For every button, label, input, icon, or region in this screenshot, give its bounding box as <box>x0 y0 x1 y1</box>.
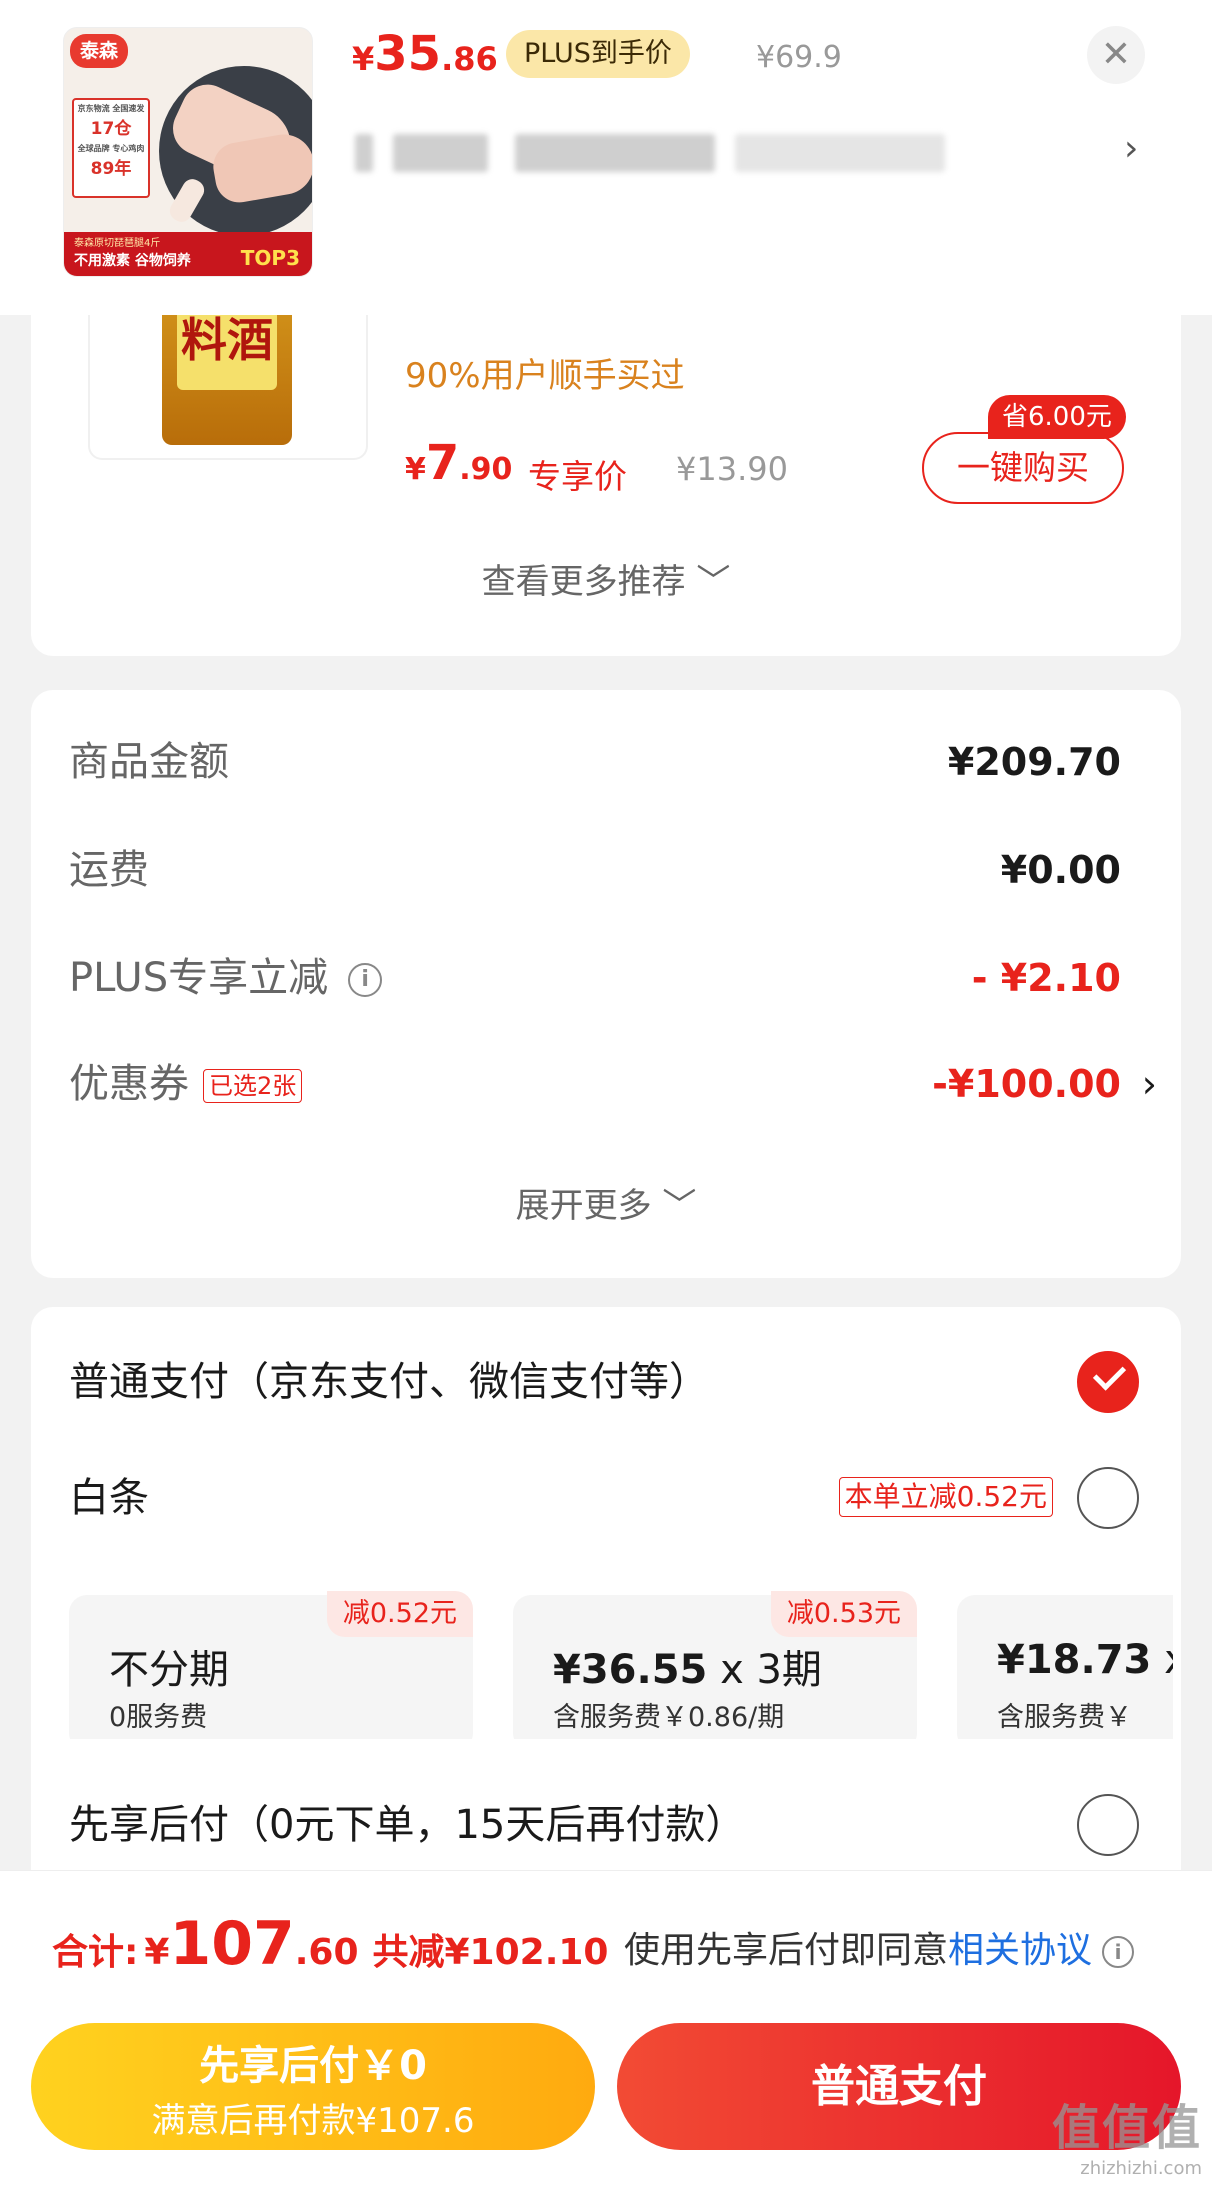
thumb-strip-text: 不用激素 谷物饲养 <box>74 253 191 269</box>
thumb-badge-number: 89年 <box>90 159 132 179</box>
blurred-product-title[interactable] <box>355 128 955 178</box>
action-button-bar: 先享后付￥0 满意后再付款¥107.6 普通支付 值值值 zhizhizhi.c… <box>0 2010 1212 2187</box>
summary-value: -¥100.00 <box>932 1062 1121 1106</box>
payment-method-card: 普通支付（京东支付、微信支付等） 白条 本单立减0.52元 减0.52元 不分期… <box>31 1307 1181 1927</box>
info-icon[interactable]: i <box>1102 1936 1135 1968</box>
price-integer: 35 <box>374 26 442 82</box>
bnpl-button-subtitle: 满意后再付款¥107.6 <box>151 2101 475 2141</box>
plus-price-tag: PLUS到手价 <box>506 30 690 78</box>
total-label: 合计: <box>52 1932 139 1973</box>
payment-option-label: 白条 <box>69 1475 149 1521</box>
close-icon[interactable]: ✕ <box>1087 26 1145 84</box>
expand-more[interactable]: 展开更多 ﹀ <box>31 1178 1181 1227</box>
see-more-recommendations[interactable]: 查看更多推荐 ﹀ <box>31 554 1181 603</box>
summary-value: - ¥2.10 <box>971 956 1121 1000</box>
price-decimal: .90 <box>459 452 513 487</box>
recommend-original-price: ¥13.90 <box>676 450 788 488</box>
price-decimal: .86 <box>441 40 498 78</box>
summary-label-wrap: PLUS专享立减 i <box>69 948 383 1008</box>
plan-discount-tag: 减0.53元 <box>770 1591 917 1637</box>
summary-label: 运费 <box>69 847 149 893</box>
payment-option-baitiao[interactable]: 白条 本单立减0.52元 <box>69 1463 1169 1533</box>
payment-option-label: 先享后付（0元下单，15天后再付款） <box>69 1802 746 1848</box>
plan-times: x <box>720 1647 744 1693</box>
one-click-buy-button[interactable]: 一键购买 <box>922 432 1124 504</box>
thumb-strip-rank: TOP3 <box>240 246 300 270</box>
chevron-right-icon[interactable]: › <box>1124 128 1138 169</box>
price-currency: ¥ <box>405 452 426 487</box>
plus-price: ¥35.86 <box>352 26 498 82</box>
summary-value: ¥0.00 <box>1000 848 1121 892</box>
product-thumbnail[interactable]: 泰森 京东物流 全国速发 17仓 全球品牌 专心鸡肉 89年 泰森原切琵琶腿4斤… <box>63 27 313 277</box>
installment-plans: 减0.52元 不分期 0服务费 减0.53元 ¥36.55 x 3期 含服务费￥… <box>69 1589 1173 1739</box>
total-decimal: .60 <box>294 1932 359 1973</box>
watermark-url: zhizhizhi.com <box>1080 2158 1202 2179</box>
summary-row-goods: 商品金额 ¥209.70 <box>69 732 1129 792</box>
summary-label: 优惠券 <box>69 1061 189 1107</box>
total-saved: 共减¥102.10 <box>372 1932 609 1973</box>
plan-term: 3期 <box>756 1647 822 1693</box>
watermark: 值值值 zhizhizhi.com <box>1052 2088 1202 2179</box>
price-integer: 7 <box>425 435 460 491</box>
plan-title: ¥18.73 x <box>997 1637 1173 1683</box>
coupon-count-tag: 已选2张 <box>203 1069 303 1103</box>
info-icon[interactable]: i <box>348 963 383 997</box>
exclusive-price-tag: 专享价 <box>528 457 627 496</box>
installment-plan[interactable]: 减0.52元 不分期 0服务费 <box>69 1591 473 1739</box>
order-total: 合计: ¥107.60 共减¥102.10 <box>52 1909 608 1979</box>
agreement-link[interactable]: 相关协议 <box>948 1930 1092 1971</box>
plan-times: x <box>1164 1637 1173 1683</box>
summary-row-coupon[interactable]: 优惠券 已选2张 -¥100.00 › <box>69 1054 1157 1114</box>
summary-label: PLUS专享立减 <box>69 955 329 1001</box>
summary-row-shipping: 运费 ¥0.00 <box>69 840 1129 900</box>
buy-now-pay-later-button[interactable]: 先享后付￥0 满意后再付款¥107.6 <box>31 2023 595 2150</box>
price-currency: ¥ <box>352 40 375 78</box>
thumb-badge-line: 全球品牌 专心鸡肉 <box>77 144 145 153</box>
summary-row-plus-discount: PLUS专享立减 i - ¥2.10 <box>69 948 1129 1008</box>
thumb-strip: 泰森原切琵琶腿4斤 不用激素 谷物饲养 TOP3 <box>64 232 312 276</box>
plan-amount: ¥18.73 <box>997 1637 1152 1683</box>
plan-amount: ¥36.55 <box>553 1647 708 1693</box>
original-price: ¥69.9 <box>756 40 842 75</box>
save-amount-bubble: 省6.00元 <box>988 395 1126 439</box>
baitiao-discount-tag: 本单立减0.52元 <box>838 1477 1053 1517</box>
chevron-right-icon[interactable]: › <box>1142 1054 1157 1114</box>
installment-plan[interactable]: ¥18.73 x 含服务费￥ <box>957 1595 1173 1739</box>
thumb-badge: 京东物流 全国速发 17仓 全球品牌 专心鸡肉 89年 <box>72 98 150 198</box>
product-header: 泰森 京东物流 全国速发 17仓 全球品牌 专心鸡肉 89年 泰森原切琵琶腿4斤… <box>0 0 1212 315</box>
plan-discount-tag: 减0.52元 <box>326 1591 473 1637</box>
plan-fee: 含服务费￥0.86/期 <box>553 1702 785 1733</box>
recommend-hint: 90%用户顺手买过 <box>405 356 685 396</box>
radio-unchecked-icon[interactable] <box>1077 1467 1139 1529</box>
plan-title: ¥36.55 x 3期 <box>553 1637 822 1695</box>
total-bar: 合计: ¥107.60 共减¥102.10 使用先享后付即同意相关协议 i <box>0 1870 1212 2010</box>
plan-fee: 0服务费 <box>109 1702 208 1733</box>
summary-label-wrap: 优惠券 已选2张 <box>69 1054 303 1114</box>
plan-title: 不分期 <box>109 1647 229 1693</box>
thumb-badge-line: 京东物流 全国速发 <box>77 104 145 113</box>
payment-option-normal[interactable]: 普通支付（京东支付、微信支付等） <box>69 1347 1169 1417</box>
brand-logo: 泰森 <box>70 34 128 68</box>
plan-fee: 含服务费￥ <box>997 1702 1132 1733</box>
thumb-badge-number: 17仓 <box>90 119 132 139</box>
watermark-logo: 值值值 <box>1051 2100 1202 2156</box>
total-currency: ¥ <box>144 1932 170 1973</box>
agreement-text: 使用先享后付即同意 <box>624 1930 949 1971</box>
recommend-price: ¥7.90 <box>405 435 512 491</box>
payment-option-bnpl[interactable]: 先享后付（0元下单，15天后再付款） <box>69 1790 1169 1860</box>
summary-value: ¥209.70 <box>947 740 1121 784</box>
total-integer: 107 <box>169 1909 295 1979</box>
radio-unchecked-icon[interactable] <box>1077 1794 1139 1856</box>
payment-option-label: 普通支付（京东支付、微信支付等） <box>69 1359 709 1405</box>
summary-label: 商品金额 <box>69 739 229 785</box>
recommendation-card: 料酒 90%用户顺手买过 ¥7.90 专享价 ¥13.90 省6.00元 一键购… <box>31 280 1181 656</box>
thumb-strip-title: 泰森原切琵琶腿4斤 <box>74 238 161 249</box>
radio-checked-icon[interactable] <box>1077 1351 1139 1413</box>
installment-plan[interactable]: 减0.53元 ¥36.55 x 3期 含服务费￥0.86/期 <box>513 1591 917 1739</box>
price-summary-card: 商品金额 ¥209.70 运费 ¥0.00 PLUS专享立减 i - ¥2.10 … <box>31 690 1181 1278</box>
bnpl-button-title: 先享后付￥0 <box>199 2043 427 2089</box>
agreement-notice: 使用先享后付即同意相关协议 i <box>624 1921 1135 1973</box>
